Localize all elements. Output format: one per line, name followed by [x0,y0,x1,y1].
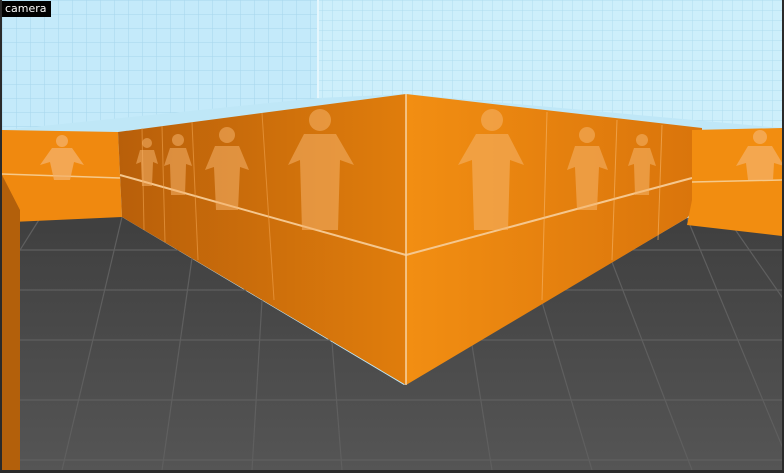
3d-viewport[interactable] [2,0,782,470]
wall-far-right [687,128,782,236]
camera-label: camera [2,1,51,17]
scene [2,0,782,470]
sky-wall-left [2,0,318,130]
wall-far-left [2,130,122,222]
